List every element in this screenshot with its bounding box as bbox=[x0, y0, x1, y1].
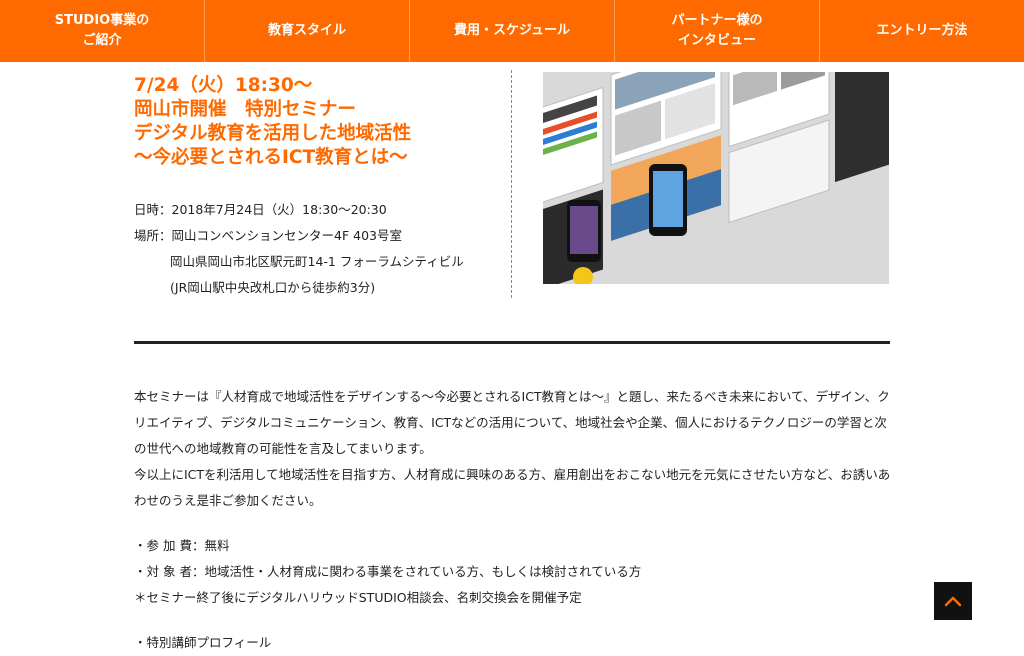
event-info: 日時：2018年7月24日（火）18:30〜20:30 場所：岡山コンベンション… bbox=[134, 197, 464, 301]
event-access: (JR岡山駅中央改札口から徒歩約3分) bbox=[170, 280, 376, 295]
nav-item-entry-method[interactable]: エントリー方法 bbox=[820, 0, 1024, 62]
scroll-top-button[interactable] bbox=[934, 582, 972, 620]
profile-heading: ・特別講師プロフィール bbox=[134, 635, 272, 650]
chevron-up-icon bbox=[944, 596, 962, 607]
event-title: 7/24（火）18:30〜 岡山市開催 特別セミナー デジタル教育を活用した地域… bbox=[134, 75, 412, 168]
global-nav: STUDIO事業の ご紹介 教育スタイル 費用・スケジュール パートナー様の イ… bbox=[0, 0, 1024, 62]
description-paragraph-2: 今以上にICTを利活用して地域活性を目指す方、人材育成に興味のある方、雇用創出を… bbox=[134, 467, 891, 508]
section-divider bbox=[134, 341, 890, 344]
nav-item-education-style[interactable]: 教育スタイル bbox=[205, 0, 410, 62]
nav-item-partner-interview[interactable]: パートナー様の インタビュー bbox=[615, 0, 820, 62]
event-date: 日時：2018年7月24日（火）18:30〜20:30 bbox=[134, 202, 387, 217]
event-address: 岡山県岡山市北区駅元町14-1 フォーラムシティビル bbox=[170, 254, 464, 269]
nav-item-cost-schedule[interactable]: 費用・スケジュール bbox=[410, 0, 615, 62]
detail-note: ＊セミナー終了後にデジタルハリウッドSTUDIO相談会、名刺交換会を開催予定 bbox=[134, 590, 582, 605]
nav-item-studio-intro[interactable]: STUDIO事業の ご紹介 bbox=[0, 0, 205, 62]
description-paragraph-1: 本セミナーは『人材育成で地域活性をデザインする〜今必要とされるICT教育とは〜』… bbox=[134, 389, 890, 456]
detail-fee: ・参 加 費：無料 bbox=[134, 538, 230, 553]
event-details: ・参 加 費：無料 ・対 象 者：地域活性・人材育成に関わる事業をされている方、… bbox=[134, 533, 641, 611]
hero-image bbox=[543, 72, 889, 284]
description: 本セミナーは『人材育成で地域活性をデザインする〜今必要とされるICT教育とは〜』… bbox=[134, 384, 894, 514]
vertical-divider bbox=[511, 70, 512, 298]
detail-target: ・対 象 者：地域活性・人材育成に関わる事業をされている方、もしくは検討されてい… bbox=[134, 564, 642, 579]
event-venue: 場所：岡山コンベンションセンター4F 403号室 bbox=[134, 228, 402, 243]
